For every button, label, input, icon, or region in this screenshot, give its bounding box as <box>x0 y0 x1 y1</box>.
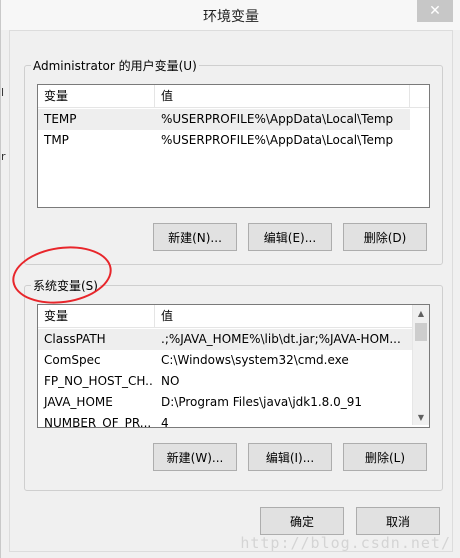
table-row[interactable]: ClassPATH .;%JAVA_HOME%\lib\dt.jar;%JAVA… <box>38 329 412 350</box>
variable-value: C:\Windows\system32\cmd.exe <box>161 353 349 367</box>
system-variables-group: 系统变量(S) 变量 值 ClassPATH .;%JAVA_HOME%\lib… <box>24 277 443 491</box>
user-delete-button[interactable]: 删除(D) <box>343 223 427 251</box>
watermark: http://blog.csdn.net/ <box>240 534 451 552</box>
variable-name: TEMP <box>44 112 77 126</box>
user-variables-group: Administrator 的用户变量(U) 变量 值 TEMP %USERPR… <box>24 57 443 265</box>
table-row[interactable]: TEMP %USERPROFILE%\AppData\Local\Temp <box>38 109 410 130</box>
scroll-thumb[interactable] <box>415 323 427 341</box>
scroll-up-arrow-icon[interactable]: ▲ <box>413 305 429 321</box>
ok-button[interactable]: 确定 <box>260 507 344 535</box>
variable-name: FP_NO_HOST_CH... <box>44 374 154 388</box>
table-row[interactable]: TMP %USERPROFILE%\AppData\Local\Temp <box>38 130 410 151</box>
list-header: 变量 值 <box>38 305 413 328</box>
scroll-down-arrow-icon[interactable]: ▼ <box>413 409 429 425</box>
variable-value: NO <box>161 374 180 388</box>
table-row[interactable]: ComSpec C:\Windows\system32\cmd.exe <box>38 350 412 371</box>
vertical-scrollbar[interactable]: ▲ ▼ <box>412 305 429 425</box>
variable-value: D:\Program Files\java\jdk1.8.0_91 <box>161 395 363 409</box>
user-variables-label: Administrator 的用户变量(U) <box>31 57 199 74</box>
column-header-value[interactable]: 值 <box>155 85 410 107</box>
variable-name: ClassPATH <box>44 332 106 346</box>
column-header-variable[interactable]: 变量 <box>38 305 155 327</box>
variable-name: ComSpec <box>44 353 101 367</box>
title-bar: 环境变量 ✕ <box>1 0 460 30</box>
variable-value: %USERPROFILE%\AppData\Local\Temp <box>161 133 394 147</box>
list-header: 变量 值 <box>38 85 429 108</box>
user-edit-button[interactable]: 编辑(E)... <box>248 223 332 251</box>
cancel-button[interactable]: 取消 <box>356 507 440 535</box>
background-window-edge: l r <box>1 86 6 163</box>
column-header-value[interactable]: 值 <box>155 305 401 327</box>
system-variables-list[interactable]: 变量 值 ClassPATH .;%JAVA_HOME%\lib\dt.jar;… <box>37 304 430 428</box>
close-icon: ✕ <box>429 3 441 19</box>
environment-variables-dialog: 环境变量 ✕ l r Administrator 的用户变量(U) 变量 值 T… <box>0 0 460 558</box>
variable-value: %USERPROFILE%\AppData\Local\Temp <box>161 112 394 126</box>
table-row[interactable]: NUMBER_OF_PR... 4 <box>38 413 412 428</box>
variable-value: .;%JAVA_HOME%\lib\dt.jar;%JAVA-HOM... <box>161 332 401 346</box>
table-row[interactable]: JAVA_HOME D:\Program Files\java\jdk1.8.0… <box>38 392 412 413</box>
variable-name: NUMBER_OF_PR... <box>44 416 152 428</box>
window-title: 环境变量 <box>203 9 259 25</box>
variable-name: JAVA_HOME <box>44 395 113 409</box>
user-variables-list[interactable]: 变量 值 TEMP %USERPROFILE%\AppData\Local\Te… <box>37 84 430 208</box>
close-button[interactable]: ✕ <box>417 0 453 22</box>
user-new-button[interactable]: 新建(N)... <box>153 223 237 251</box>
system-edit-button[interactable]: 编辑(I)... <box>248 443 332 471</box>
variable-value: 4 <box>161 416 169 428</box>
table-row[interactable]: FP_NO_HOST_CH... NO <box>38 371 412 392</box>
system-new-button[interactable]: 新建(W)... <box>153 443 237 471</box>
column-header-variable[interactable]: 变量 <box>38 85 155 107</box>
variable-name: TMP <box>44 133 69 147</box>
system-delete-button[interactable]: 删除(L) <box>343 443 427 471</box>
